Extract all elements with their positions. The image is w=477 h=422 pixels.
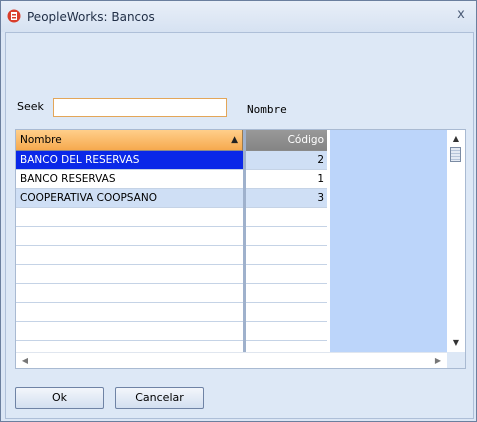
dialog-window: PeopleWorks: Bancos x Seek Nombre Nombre… bbox=[0, 0, 477, 422]
empty-cell bbox=[246, 303, 327, 322]
scroll-down-icon[interactable]: ▼ bbox=[447, 336, 465, 350]
header-codigo[interactable]: Código bbox=[246, 130, 327, 151]
scroll-right-icon[interactable]: ▶ bbox=[431, 353, 445, 368]
cancel-button[interactable]: Cancelar bbox=[115, 387, 204, 409]
banks-grid[interactable]: Nombre ▲ BANCO DEL RESERVAS BANCO RESERV… bbox=[15, 129, 466, 369]
empty-row bbox=[16, 208, 243, 227]
empty-row bbox=[16, 284, 243, 303]
empty-row bbox=[16, 227, 243, 246]
seek-label: Seek bbox=[17, 100, 44, 113]
table-row[interactable]: BANCO RESERVAS bbox=[16, 170, 243, 189]
sort-ascending-icon: ▲ bbox=[231, 135, 238, 145]
table-cell-codigo[interactable]: 1 bbox=[246, 170, 327, 189]
ok-button[interactable]: Ok bbox=[15, 387, 104, 409]
order-label: Nombre bbox=[247, 103, 287, 116]
table-row[interactable]: COOPERATIVA COOPSANO bbox=[16, 189, 243, 208]
column-nombre: Nombre ▲ BANCO DEL RESERVAS BANCO RESERV… bbox=[16, 130, 243, 341]
table-cell-codigo[interactable]: 2 bbox=[246, 151, 327, 170]
empty-row bbox=[16, 303, 243, 322]
empty-cell bbox=[246, 284, 327, 303]
table-row[interactable]: BANCO DEL RESERVAS bbox=[16, 151, 243, 170]
horizontal-scrollbar[interactable]: ◀ ▶ bbox=[16, 352, 447, 368]
scroll-thumb[interactable] bbox=[450, 147, 461, 162]
empty-cell bbox=[246, 265, 327, 284]
scroll-corner bbox=[447, 352, 465, 368]
empty-cell bbox=[246, 246, 327, 265]
window-title: PeopleWorks: Bancos bbox=[27, 10, 155, 24]
empty-cell bbox=[246, 208, 327, 227]
scroll-up-icon[interactable]: ▲ bbox=[447, 132, 465, 146]
empty-row bbox=[16, 246, 243, 265]
column-codigo: Código 2 1 3 bbox=[246, 130, 327, 341]
grid-empty-area bbox=[330, 130, 447, 352]
scroll-left-icon[interactable]: ◀ bbox=[18, 353, 32, 368]
vertical-scrollbar[interactable]: ▲ ▼ bbox=[447, 130, 465, 352]
empty-row bbox=[16, 322, 243, 341]
app-logo-icon bbox=[7, 9, 21, 23]
header-nombre-label: Nombre bbox=[20, 134, 62, 146]
empty-cell bbox=[246, 227, 327, 246]
empty-cell bbox=[246, 322, 327, 341]
table-cell-codigo[interactable]: 3 bbox=[246, 189, 327, 208]
title-bar[interactable]: PeopleWorks: Bancos x bbox=[1, 1, 476, 32]
empty-row bbox=[16, 265, 243, 284]
header-nombre[interactable]: Nombre ▲ bbox=[16, 130, 243, 151]
close-icon[interactable]: x bbox=[453, 7, 469, 23]
seek-input[interactable] bbox=[53, 98, 227, 117]
